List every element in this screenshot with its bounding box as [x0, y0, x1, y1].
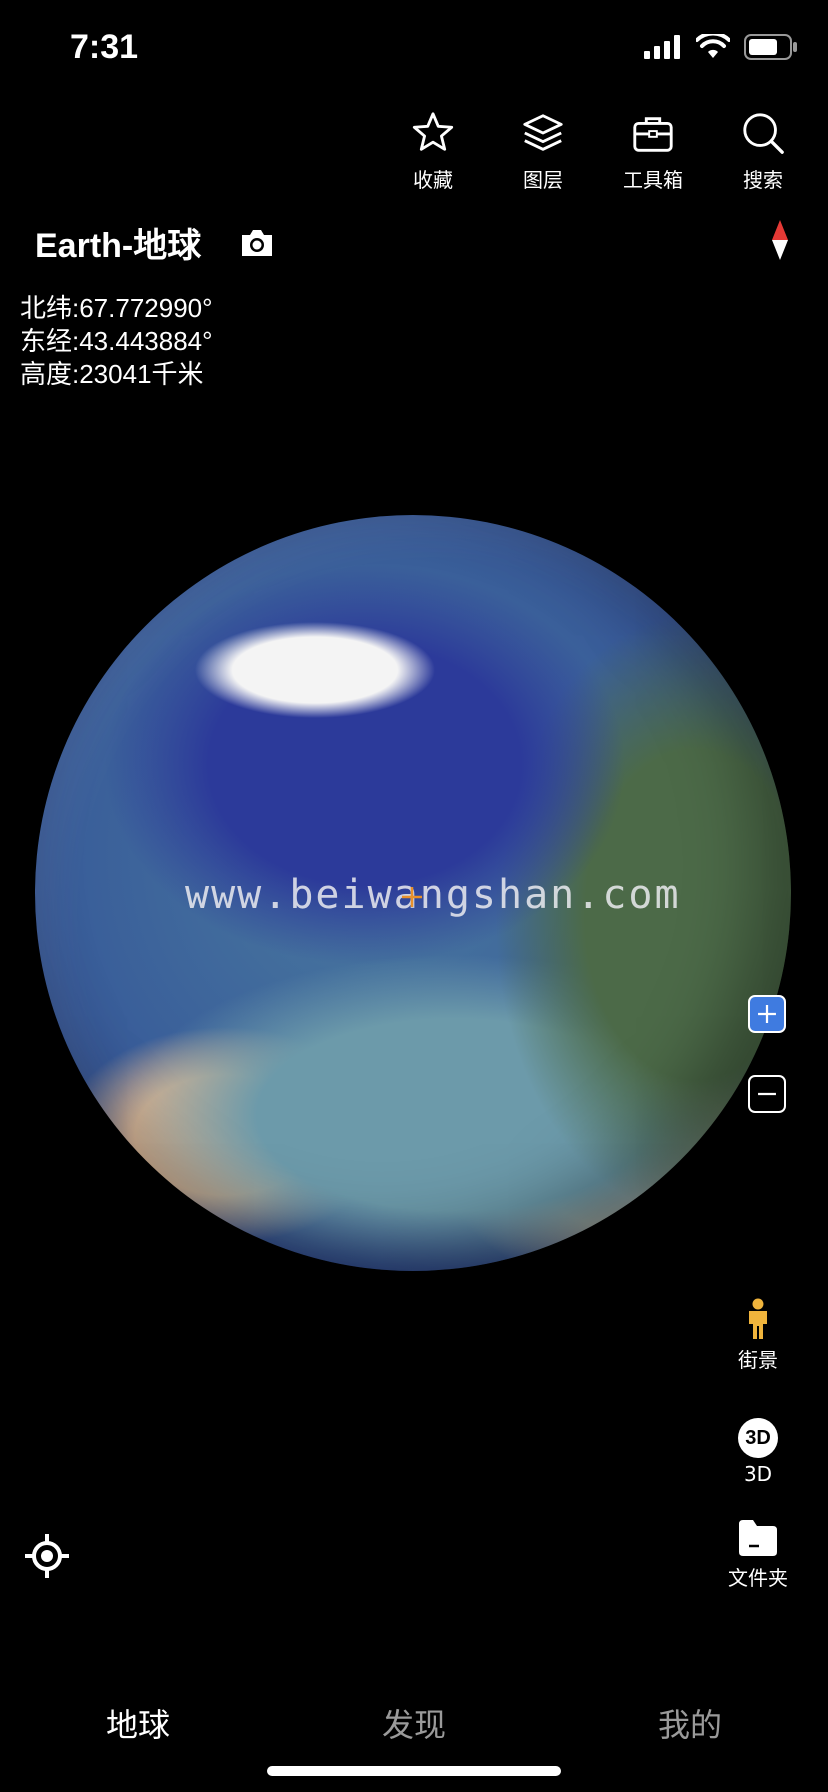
status-icons	[644, 34, 798, 60]
altitude-readout: 高度:23041千米	[20, 359, 204, 389]
plus-icon	[758, 1005, 776, 1023]
locate-icon[interactable]	[23, 1532, 71, 1580]
street-view-label: 街景	[738, 1348, 778, 1372]
bottom-tab-bar: 地球 发现 我的	[0, 1700, 828, 1746]
street-view-button[interactable]: 街景	[703, 1298, 813, 1373]
layers-label: 图层	[523, 168, 563, 192]
battery-icon	[744, 34, 797, 60]
3d-icon-text: 3D	[745, 1426, 771, 1449]
cellular-signal-icon	[644, 35, 680, 59]
compass-icon[interactable]	[770, 220, 790, 260]
folder-icon	[739, 1520, 777, 1556]
folder-label: 文件夹	[728, 1566, 788, 1590]
top-toolbar: 收藏 图层 工具箱 搜索	[378, 110, 818, 193]
crosshair-icon	[402, 887, 422, 907]
layers-button[interactable]: 图层	[488, 110, 598, 193]
star-icon	[412, 112, 454, 151]
search-label: 搜索	[743, 168, 783, 192]
longitude-readout: 东经:43.443884°	[20, 326, 213, 356]
home-indicator[interactable]	[267, 1766, 561, 1776]
coordinates-panel: 北纬:67.772990° 东经:43.443884° 高度:23041千米	[20, 292, 213, 391]
3d-button[interactable]: 3D 3D	[703, 1418, 813, 1486]
minus-icon	[758, 1092, 776, 1096]
latitude-readout: 北纬:67.772990°	[20, 293, 213, 323]
tab-discover[interactable]: 发现	[276, 1700, 552, 1746]
pegman-icon	[749, 1298, 767, 1339]
toolbox-icon	[633, 117, 673, 152]
wifi-icon	[696, 34, 730, 58]
status-time: 7:31	[70, 28, 139, 66]
favorites-label: 收藏	[413, 168, 453, 192]
toolbox-label: 工具箱	[623, 168, 683, 192]
3d-icon: 3D	[738, 1418, 778, 1458]
tab-earth[interactable]: 地球	[0, 1700, 276, 1746]
tab-mine[interactable]: 我的	[552, 1700, 828, 1746]
search-icon	[743, 113, 784, 154]
page-title: Earth-地球	[35, 227, 202, 265]
title-row: Earth-地球	[35, 218, 275, 267]
search-button[interactable]: 搜索	[708, 110, 818, 193]
status-bar: 7:31	[0, 0, 828, 100]
camera-icon[interactable]	[239, 227, 275, 259]
favorites-button[interactable]: 收藏	[378, 110, 488, 193]
watermark: www.beiwangshan.com	[185, 872, 681, 918]
zoom-out-button[interactable]	[748, 1075, 786, 1113]
toolbox-button[interactable]: 工具箱	[598, 110, 708, 193]
layers-icon	[523, 114, 563, 151]
folder-button[interactable]: 文件夹	[703, 1518, 813, 1591]
3d-label: 3D	[743, 1462, 773, 1486]
zoom-in-button[interactable]	[748, 995, 786, 1033]
